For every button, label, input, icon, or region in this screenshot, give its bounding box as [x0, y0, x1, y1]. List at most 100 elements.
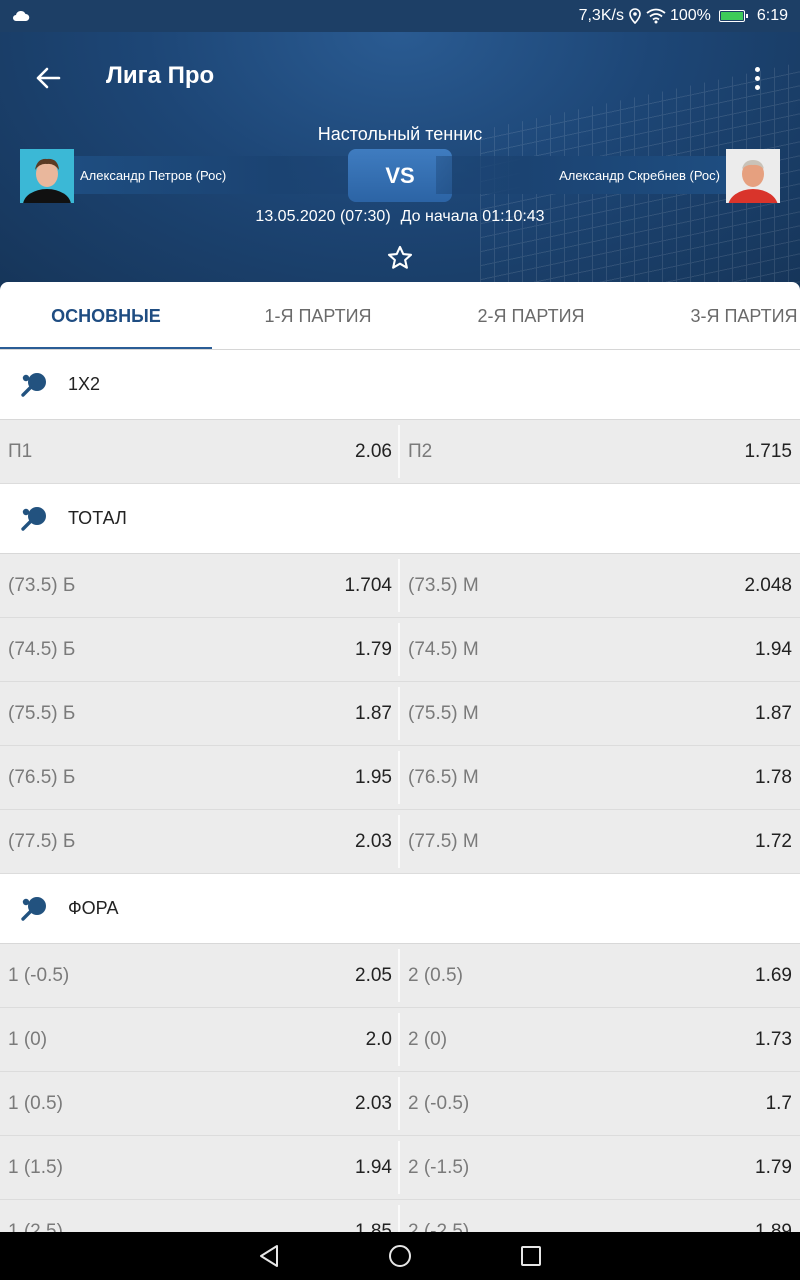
star-icon: [387, 245, 413, 269]
odds-value: 1.7: [765, 1092, 792, 1114]
page-title: Лига Про: [106, 62, 215, 89]
odds-value: 2.03: [355, 1092, 392, 1114]
market-header[interactable]: ФОРА: [0, 874, 800, 944]
odds-row: (73.5) Б 1.704 (73.5) М 2.048: [0, 554, 800, 618]
odds-cell[interactable]: 2 (0) 1.73: [400, 1008, 800, 1071]
battery-icon: [718, 10, 748, 22]
bet-label: (73.5) Б: [8, 574, 76, 596]
match-header: Лига Про Настольный теннис Александр Пет…: [0, 32, 800, 292]
table-tennis-icon: [21, 506, 46, 531]
bet-label: 2 (-2.5): [408, 1220, 470, 1233]
bet-label: 1 (1.5): [8, 1156, 63, 1178]
player1-bar[interactable]: Александр Петров (Рос): [74, 156, 364, 194]
player2-avatar: [726, 149, 780, 203]
odds-value: 2.048: [744, 574, 792, 596]
odds-cell[interactable]: (73.5) М 2.048: [400, 554, 800, 617]
player1-name: Александр Петров (Рос): [80, 167, 227, 183]
bet-label: П1: [8, 440, 33, 462]
odds-value: 1.87: [755, 702, 792, 724]
tab-main[interactable]: ОСНОВНЫЕ: [0, 282, 212, 349]
arrow-left-icon: [36, 67, 61, 89]
odds-cell[interactable]: (76.5) М 1.78: [400, 746, 800, 809]
odds-cell[interactable]: 2 (-2.5) 1.89: [400, 1200, 800, 1233]
odds-row: (74.5) Б 1.79 (74.5) М 1.94: [0, 618, 800, 682]
odds-cell[interactable]: 1 (0) 2.0: [0, 1008, 400, 1071]
odds-value: 1.95: [355, 766, 392, 788]
odds-value: 2.03: [355, 830, 392, 852]
back-button[interactable]: [28, 58, 68, 98]
bet-label: (75.5) Б: [8, 702, 76, 724]
odds-cell[interactable]: (75.5) Б 1.87: [0, 682, 400, 745]
odds-value: 1.78: [755, 766, 792, 788]
odds-cell[interactable]: П2 1.715: [400, 420, 800, 483]
table-tennis-icon: [21, 372, 46, 397]
match-datetime: 13.05.2020 (07:30) До начала 01:10:43: [0, 208, 800, 226]
market-header[interactable]: 1Х2: [0, 350, 800, 420]
recents-square-icon[interactable]: [520, 1245, 542, 1267]
market-header[interactable]: ТОТАЛ: [0, 484, 800, 554]
odds-value: 1.87: [355, 702, 392, 724]
network-speed: 7,3K/s: [578, 7, 624, 24]
odds-cell[interactable]: 2 (-0.5) 1.7: [400, 1072, 800, 1135]
odds-value: 1.73: [755, 1028, 792, 1050]
tab-set-2[interactable]: 2-Я ПАРТИЯ: [425, 282, 637, 349]
odds-value: 1.85: [355, 1220, 392, 1233]
odds-cell[interactable]: П1 2.06: [0, 420, 400, 483]
tab-set-1[interactable]: 1-Я ПАРТИЯ: [212, 282, 424, 349]
player2-name: Александр Скребнев (Рос): [559, 167, 720, 183]
odds-cell[interactable]: (77.5) Б 2.03: [0, 810, 400, 873]
more-menu-button[interactable]: [742, 58, 772, 98]
bet-label: 1 (2.5): [8, 1220, 63, 1233]
odds-cell[interactable]: (77.5) М 1.72: [400, 810, 800, 873]
bet-label: 2 (0.5): [408, 964, 463, 986]
sport-name: Настольный теннис: [317, 124, 483, 144]
match-date: 13.05.2020 (07:30): [255, 208, 391, 225]
odds-cell[interactable]: 2 (0.5) 1.69: [400, 944, 800, 1007]
odds-row: П1 2.06 П2 1.715: [0, 420, 800, 484]
tab-bar: ОСНОВНЫЕ 1-Я ПАРТИЯ 2-Я ПАРТИЯ 3-Я ПАРТИ…: [0, 282, 800, 350]
home-circle-icon[interactable]: [388, 1244, 412, 1268]
player2-bar[interactable]: Александр Скребнев (Рос): [436, 156, 726, 194]
odds-cell[interactable]: 1 (-0.5) 2.05: [0, 944, 400, 1007]
odds-cell[interactable]: (74.5) М 1.94: [400, 618, 800, 681]
bet-label: (74.5) М: [408, 638, 479, 660]
odds-row: 1 (0) 2.0 2 (0) 1.73: [0, 1008, 800, 1072]
market-title: 1Х2: [68, 374, 101, 394]
bet-label: (77.5) М: [408, 830, 479, 852]
odds-value: 1.704: [344, 574, 392, 596]
odds-cell[interactable]: (74.5) Б 1.79: [0, 618, 400, 681]
odds-value: 2.06: [355, 440, 392, 462]
odds-cell[interactable]: (73.5) Б 1.704: [0, 554, 400, 617]
bet-label: (73.5) М: [408, 574, 479, 596]
bet-label: 2 (0): [408, 1028, 448, 1050]
odds-row: 1 (-0.5) 2.05 2 (0.5) 1.69: [0, 944, 800, 1008]
odds-value: 1.79: [355, 638, 392, 660]
odds-value: 1.94: [355, 1156, 392, 1178]
odds-row: 1 (1.5) 1.94 2 (-1.5) 1.79: [0, 1136, 800, 1200]
dot: [754, 66, 760, 72]
odds-cell[interactable]: 2 (-1.5) 1.79: [400, 1136, 800, 1199]
favorite-button[interactable]: [384, 242, 416, 274]
clock: 6:19: [756, 7, 788, 24]
back-triangle-icon[interactable]: [258, 1244, 280, 1268]
odds-cell[interactable]: (75.5) М 1.87: [400, 682, 800, 745]
battery-percent: 100%: [669, 7, 711, 24]
bet-label: 1 (0.5): [8, 1092, 63, 1114]
bet-label: 1 (-0.5): [8, 964, 70, 986]
odds-value: 1.72: [755, 830, 792, 852]
odds-row: 1 (2.5) 1.85 2 (-2.5) 1.89: [0, 1200, 800, 1232]
tab-set-3[interactable]: 3-Я ПАРТИЯ: [638, 282, 800, 349]
odds-row: (77.5) Б 2.03 (77.5) М 1.72: [0, 810, 800, 874]
odds-cell[interactable]: 1 (2.5) 1.85: [0, 1200, 400, 1232]
odds-cell[interactable]: (76.5) Б 1.95: [0, 746, 400, 809]
market-title: ТОТАЛ: [68, 508, 127, 528]
system-nav-bar: [0, 1232, 800, 1280]
location-icon: [629, 8, 641, 24]
odds-row: (75.5) Б 1.87 (75.5) М 1.87: [0, 682, 800, 746]
odds-cell[interactable]: 1 (1.5) 1.94: [0, 1136, 400, 1199]
odds-value: 1.79: [755, 1156, 792, 1178]
odds-cell[interactable]: 1 (0.5) 2.03: [0, 1072, 400, 1135]
cloud-icon: [13, 10, 30, 21]
odds-value: 1.89: [755, 1220, 792, 1233]
wifi-icon: [646, 8, 666, 24]
